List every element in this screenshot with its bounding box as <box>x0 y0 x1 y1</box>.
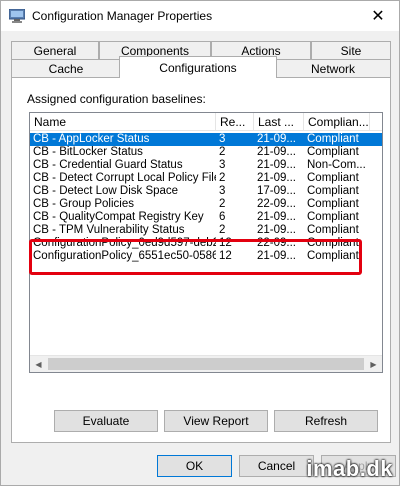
scroll-right-icon[interactable]: ▶ <box>365 356 382 372</box>
tab-network[interactable]: Network <box>275 59 391 77</box>
cell-revision: 6 <box>219 211 226 223</box>
list-item[interactable]: CB - BitLocker Status 2 21-09... Compliant <box>30 146 382 159</box>
column-name[interactable]: Name <box>30 113 216 131</box>
watermark: imab.dk <box>306 456 393 481</box>
baselines-label: Assigned configuration baselines: <box>27 92 206 106</box>
cell-revision: 2 <box>219 146 226 158</box>
cell-compliance: Compliant <box>307 185 359 197</box>
cell-last-evaluation: 21-09... <box>257 146 296 158</box>
cell-revision: 3 <box>219 159 226 171</box>
cell-name: CB - Detect Low Disk Space <box>33 185 179 197</box>
ok-button[interactable]: OK <box>157 455 232 477</box>
scroll-left-icon[interactable]: ◀ <box>30 356 47 372</box>
list-item[interactable]: CB - TPM Vulnerability Status 2 21-09... Co… <box>30 224 382 237</box>
cell-compliance: Non-Com... <box>307 159 366 171</box>
cell-name: CB - QualityCompat Registry Key <box>33 211 204 223</box>
evaluate-button[interactable]: Evaluate <box>54 410 158 432</box>
tab-site[interactable]: Site <box>311 41 391 59</box>
cell-revision: 2 <box>219 172 226 184</box>
cell-name: CB - Credential Guard Status <box>33 159 183 171</box>
tab-strip: General Components Actions Site Cache Co… <box>11 41 391 81</box>
tab-general[interactable]: General <box>11 41 99 59</box>
cell-name: CB - BitLocker Status <box>33 146 143 158</box>
column-compliance[interactable]: Complian... <box>304 113 370 131</box>
cell-compliance: Compliant <box>307 133 359 145</box>
configuration-manager-icon <box>9 9 25 23</box>
close-icon: ✕ <box>371 8 385 25</box>
column-revision[interactable]: Re... <box>216 113 254 131</box>
scroll-thumb[interactable] <box>48 358 364 370</box>
list-item[interactable]: CB - Detect Low Disk Space 3 17-09... Compl… <box>30 185 382 198</box>
list-item[interactable]: CB - QualityCompat Registry Key 6 21-09...… <box>30 211 382 224</box>
cell-last-evaluation: 22-09... <box>257 198 296 210</box>
cell-last-evaluation: 21-09... <box>257 224 296 236</box>
cell-revision: 2 <box>219 224 226 236</box>
cell-last-evaluation: 17-09... <box>257 185 296 197</box>
cell-last-evaluation: 21-09... <box>257 159 296 171</box>
cell-name: CB - Group Policies <box>33 198 134 210</box>
horizontal-scrollbar[interactable]: ◀ ▶ <box>30 355 382 372</box>
window-title: Configuration Manager Properties <box>32 9 213 23</box>
cell-name: CB - AppLocker Status <box>33 133 150 145</box>
cell-compliance: Compliant <box>307 211 359 223</box>
list-item[interactable]: CB - AppLocker Status 3 21-09... Compliant <box>30 133 382 146</box>
annotation-highlight <box>29 239 362 275</box>
refresh-button[interactable]: Refresh <box>274 410 378 432</box>
cell-name: CB - Detect Corrupt Local Policy Files <box>33 172 216 184</box>
tab-configurations[interactable]: Configurations <box>119 56 277 78</box>
cell-last-evaluation: 21-09... <box>257 211 296 223</box>
column-last-evaluation[interactable]: Last ... <box>254 113 304 131</box>
cell-name: CB - TPM Vulnerability Status <box>33 224 185 236</box>
close-button[interactable]: ✕ <box>363 3 393 29</box>
cell-compliance: Compliant <box>307 172 359 184</box>
cell-revision: 2 <box>219 198 226 210</box>
cell-revision: 3 <box>219 185 226 197</box>
cell-revision: 3 <box>219 133 226 145</box>
view-report-button[interactable]: View Report <box>164 410 268 432</box>
list-item[interactable]: CB - Group Policies 2 22-09... Compliant <box>30 198 382 211</box>
list-item[interactable]: CB - Credential Guard Status 3 21-09... Non… <box>30 159 382 172</box>
properties-window: Configuration Manager Properties ✕ Gener… <box>0 0 400 486</box>
cell-compliance: Compliant <box>307 224 359 236</box>
tab-cache[interactable]: Cache <box>11 59 121 77</box>
cell-compliance: Compliant <box>307 146 359 158</box>
cell-last-evaluation: 21-09... <box>257 133 296 145</box>
cell-last-evaluation: 21-09... <box>257 172 296 184</box>
list-item[interactable]: CB - Detect Corrupt Local Policy Files 2 2… <box>30 172 382 185</box>
title-bar: Configuration Manager Properties ✕ <box>1 1 399 31</box>
cell-compliance: Compliant <box>307 198 359 210</box>
cancel-button[interactable]: Cancel <box>239 455 314 477</box>
list-header: Name Re... Last ... Complian... <box>30 113 382 131</box>
